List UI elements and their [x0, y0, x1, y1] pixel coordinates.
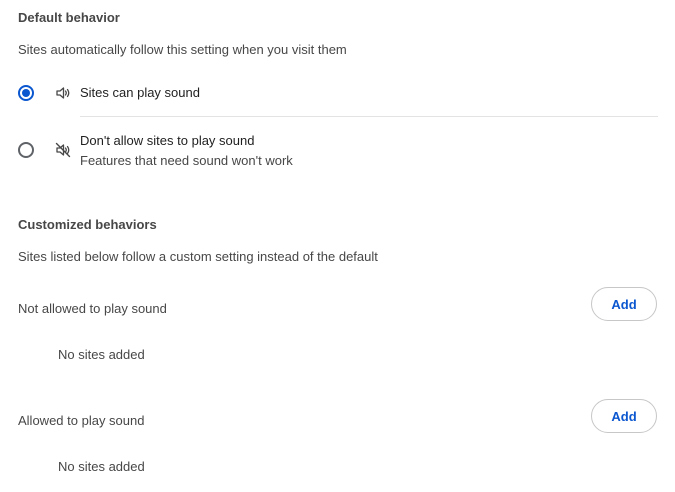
block-sound-label: Don't allow sites to play sound: [80, 133, 255, 148]
block-sound-radio[interactable]: [18, 142, 34, 158]
add-allowed-button[interactable]: Add: [591, 399, 657, 433]
customized-behaviors-description: Sites listed below follow a custom setti…: [18, 249, 378, 264]
sound-settings-page: Default behavior Sites automatically fol…: [0, 0, 675, 492]
add-not-allowed-button[interactable]: Add: [591, 287, 657, 321]
allow-sound-radio[interactable]: [18, 85, 34, 101]
option-block-sound[interactable]: Don't allow sites to play sound Features…: [0, 128, 660, 172]
allowed-empty-text: No sites added: [58, 459, 145, 474]
default-behavior-description: Sites automatically follow this setting …: [18, 42, 347, 57]
allow-sound-label: Sites can play sound: [80, 85, 200, 100]
allowed-list-label: Allowed to play sound: [18, 413, 145, 428]
not-allowed-list-label: Not allowed to play sound: [18, 301, 167, 316]
default-behavior-heading: Default behavior: [18, 10, 120, 25]
volume-off-icon: [55, 142, 71, 158]
option-allow-sound[interactable]: Sites can play sound: [0, 78, 660, 108]
options-divider: [80, 116, 658, 117]
not-allowed-empty-text: No sites added: [58, 347, 145, 362]
block-sound-sublabel: Features that need sound won't work: [80, 153, 293, 168]
customized-behaviors-heading: Customized behaviors: [18, 217, 157, 232]
volume-icon: [56, 87, 70, 99]
